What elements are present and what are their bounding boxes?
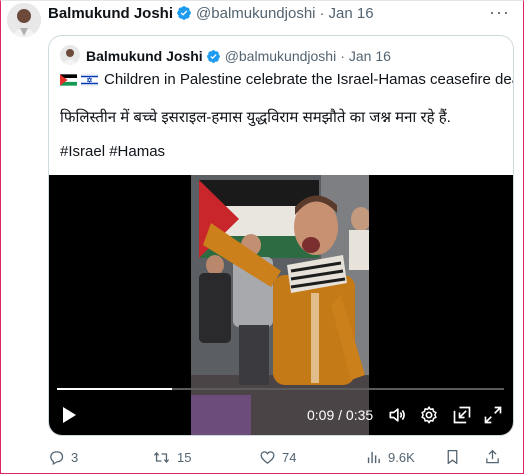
separator: ·	[319, 4, 325, 22]
like-count: 74	[282, 449, 297, 465]
quoted-author-handle[interactable]: @balmukundjoshi	[225, 48, 337, 64]
fullscreen-icon[interactable]	[483, 404, 503, 426]
like-button[interactable]: 74	[259, 446, 296, 468]
volume-icon[interactable]	[387, 404, 407, 426]
quoted-avatar[interactable]	[60, 45, 80, 65]
tweet-header: Balmukund Joshi @balmukundjoshi · Jan 16	[48, 3, 374, 23]
pip-icon[interactable]	[452, 404, 472, 426]
video-player[interactable]: 0:09 / 0:35	[49, 175, 513, 435]
bookmark-button[interactable]	[444, 446, 467, 468]
tweet-actions: 3 15 74 9.6K	[48, 446, 516, 468]
heart-icon	[260, 450, 275, 464]
quoted-text-english: Children in Palestine celebrate the Isra…	[104, 71, 514, 88]
israel-flag-icon	[81, 73, 98, 86]
more-options-icon[interactable]: ···	[489, 2, 510, 23]
quoted-tweet[interactable]: Balmukund Joshi @balmukundjoshi · Jan 16…	[48, 35, 514, 436]
hashtags[interactable]: #Israel #Hamas	[60, 143, 165, 160]
reply-button[interactable]: 3	[48, 446, 78, 468]
views-button[interactable]: 9.6K	[365, 446, 415, 468]
repost-icon	[153, 451, 170, 463]
quoted-date[interactable]: Jan 16	[349, 48, 391, 64]
reply-icon	[50, 450, 64, 465]
author-handle[interactable]: @balmukundjoshi	[196, 5, 315, 22]
view-count: 9.6K	[388, 449, 415, 465]
play-icon[interactable]	[61, 404, 77, 426]
verified-badge-icon	[206, 49, 220, 63]
video-progress-bar[interactable]	[57, 388, 504, 390]
settings-icon[interactable]	[419, 404, 439, 426]
tweet-date[interactable]: Jan 16	[329, 5, 374, 22]
video-frame[interactable]	[191, 175, 369, 435]
video-progress-fill	[57, 388, 172, 390]
author-name[interactable]: Balmukund Joshi	[48, 5, 173, 22]
bookmark-icon	[447, 449, 458, 465]
share-icon	[486, 449, 499, 464]
views-icon	[367, 451, 380, 463]
verified-badge-icon	[177, 6, 191, 20]
reply-count: 3	[71, 449, 79, 465]
quoted-text-hindi: फिलिस्तीन में बच्चे इसराइल-हमास युद्धविर…	[60, 109, 451, 126]
quoted-text-english-line: Children in Palestine celebrate the Isra…	[60, 71, 514, 88]
share-button[interactable]	[484, 446, 507, 468]
palestine-flag-icon	[60, 73, 77, 86]
quoted-author-name[interactable]: Balmukund Joshi	[86, 48, 203, 64]
repost-button[interactable]: 15	[152, 446, 191, 468]
avatar[interactable]	[7, 3, 41, 37]
separator: ·	[340, 48, 345, 64]
quoted-header: Balmukund Joshi @balmukundjoshi · Jan 16	[86, 47, 391, 65]
repost-count: 15	[177, 449, 192, 465]
video-time: 0:09 / 0:35	[307, 407, 374, 423]
